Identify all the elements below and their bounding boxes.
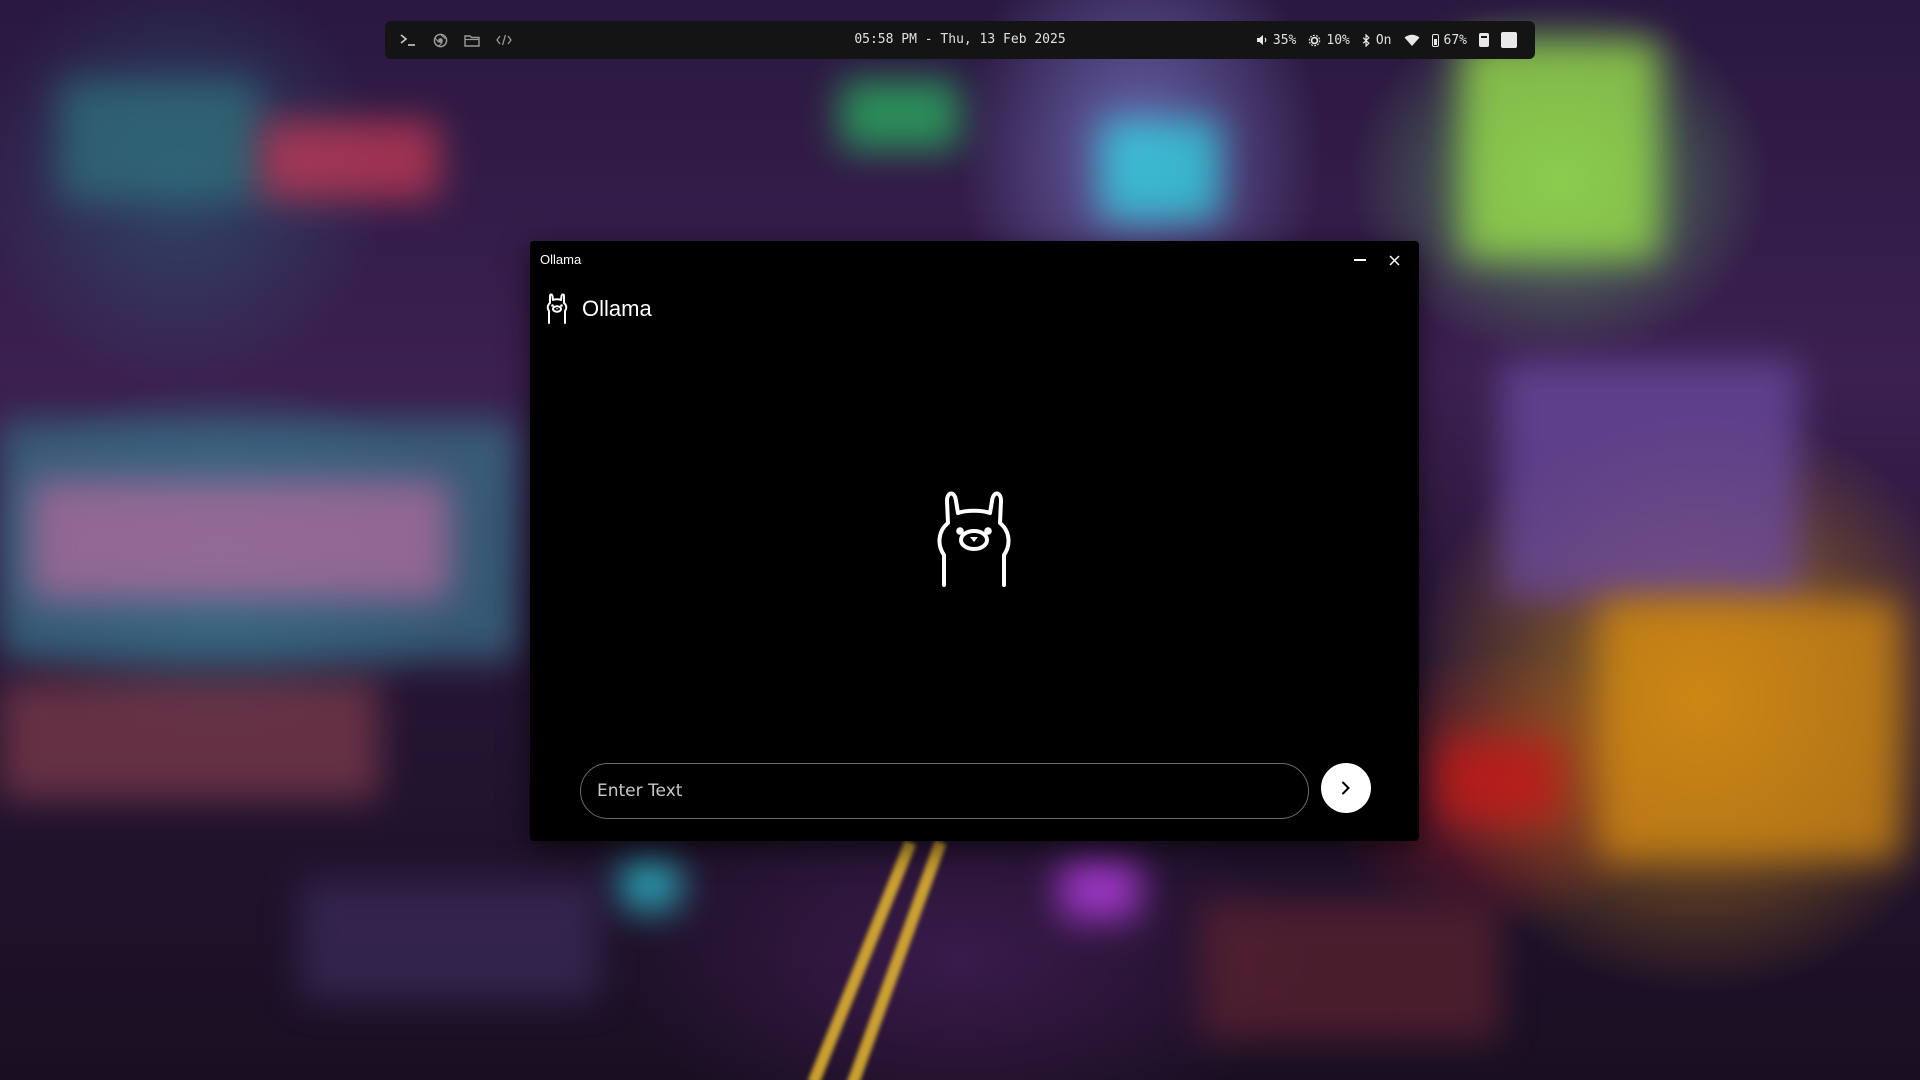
volume-value: 35% <box>1272 32 1297 48</box>
llama-logo-icon <box>546 293 568 324</box>
bluetooth-indicator[interactable]: On <box>1362 33 1392 48</box>
wifi-icon <box>1404 34 1420 46</box>
battery-indicator[interactable]: 67% <box>1431 32 1467 48</box>
bluetooth-status: On <box>1375 32 1392 48</box>
battery-full-indicator[interactable] <box>1479 33 1489 47</box>
window-titlebar[interactable]: Ollama <box>530 241 1419 279</box>
prompt-input-container <box>580 763 1309 819</box>
bluetooth-icon <box>1362 33 1370 47</box>
top-status-bar: 05:58 PM - Thu, 13 Feb 2025 35% 10% On 6… <box>385 21 1535 59</box>
close-button[interactable] <box>1381 247 1407 273</box>
prompt-input[interactable] <box>581 781 1308 801</box>
wifi-indicator[interactable] <box>1404 34 1420 46</box>
window-title: Ollama <box>540 252 582 267</box>
llama-hero-icon <box>937 491 1011 587</box>
close-icon <box>1388 254 1400 266</box>
battery-full-icon <box>1479 33 1489 47</box>
battery-icon <box>1431 33 1439 47</box>
battery-value: 67% <box>1443 32 1467 48</box>
speaker-icon <box>1256 35 1267 45</box>
ollama-window: Ollama Ollama <box>530 241 1419 841</box>
brightness-indicator[interactable]: 10% <box>1308 32 1350 48</box>
power-menu-button[interactable] <box>1501 32 1517 48</box>
send-button[interactable] <box>1321 763 1371 813</box>
brightness-icon <box>1309 34 1321 46</box>
minimize-button[interactable] <box>1347 247 1373 273</box>
chevron-right-icon <box>1342 781 1350 795</box>
app-name: Ollama <box>582 296 652 321</box>
system-tray: 35% 10% On 67% <box>1256 21 1517 59</box>
app-header: Ollama <box>544 293 652 325</box>
volume-indicator[interactable]: 35% <box>1256 33 1296 48</box>
minimize-icon <box>1354 259 1366 261</box>
brightness-value: 10% <box>1326 32 1350 48</box>
